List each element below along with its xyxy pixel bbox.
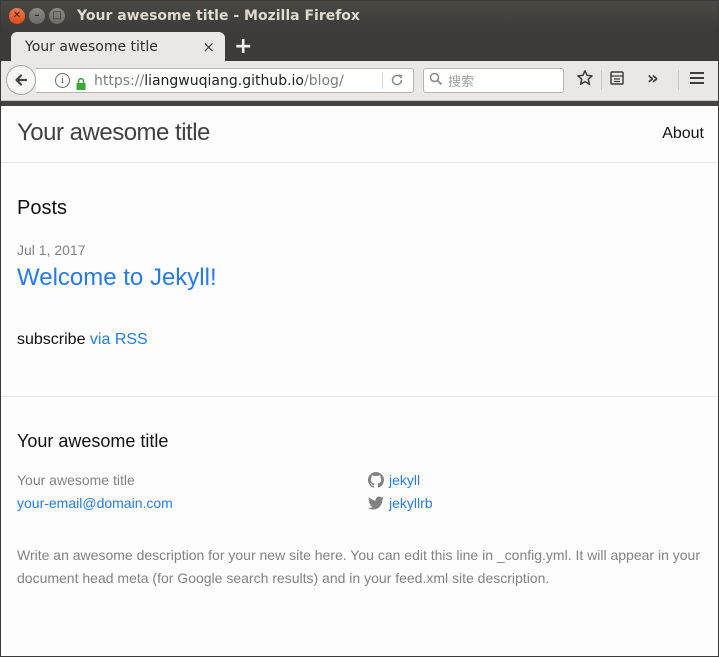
post-date: Jul 1, 2017 [17,242,86,258]
search-input[interactable]: 搜索 [448,71,474,90]
url-bar[interactable]: i https://liangwuqiang.github.io/blog/ [36,68,414,93]
toolbar-separator [678,70,679,90]
window-minimize-button[interactable]: – [29,8,45,24]
url-host: liangwuqiang.github.io [144,72,304,89]
twitter-icon [368,496,384,510]
reload-icon[interactable] [390,73,404,91]
tab-title: Your awesome title [25,38,158,55]
footer-site-name: Your awesome title [17,472,135,488]
footer-heading: Your awesome title [17,431,169,451]
footer-email-link[interactable]: your-email@domain.com [17,495,173,511]
github-icon [368,472,384,488]
bookmark-star-icon[interactable] [576,69,594,91]
back-button[interactable] [6,65,36,95]
overflow-chevron-icon[interactable]: » [647,68,659,89]
window-close-button[interactable]: ✕ [9,8,25,24]
reader-list-icon[interactable] [608,69,626,91]
navigation-toolbar: i https://liangwuqiang.github.io/blog/ 搜… [1,61,718,101]
tab-strip: Your awesome title × + [1,31,718,61]
twitter-link[interactable]: jekyllrb [368,495,433,511]
back-arrow-icon [15,74,28,86]
footer-divider [1,396,718,397]
subscribe-text: subscribe [17,331,90,348]
browser-window: ✕ – □ Your awesome title - Mozilla Firef… [0,0,719,657]
nav-about-link[interactable]: About [662,125,704,143]
window-maximize-button[interactable]: □ [49,8,65,24]
post-title-link[interactable]: Welcome to Jekyll! [17,264,217,292]
page-content: Your awesome title About Posts Jul 1, 20… [1,106,718,656]
toolbar-separator [601,70,602,90]
tab-active[interactable]: Your awesome title × [11,32,225,61]
github-link[interactable]: jekyll [368,472,420,488]
window-controls: ✕ – □ [1,8,65,24]
hamburger-menu-icon[interactable] [688,69,706,91]
url-prefix: https:// [94,72,145,89]
new-tab-button[interactable]: + [234,34,252,59]
url-text[interactable]: https://liangwuqiang.github.io/blog/ [94,73,344,89]
twitter-username[interactable]: jekyllrb [389,495,433,511]
subscribe-line: subscribe via RSS [17,331,148,349]
lock-icon [76,75,86,90]
url-separator [382,72,383,89]
title-bar: ✕ – □ Your awesome title - Mozilla Firef… [1,1,718,31]
info-icon[interactable]: i [55,73,70,88]
rss-link[interactable]: via RSS [90,331,148,348]
search-icon [429,71,443,90]
tab-close-icon[interactable]: × [202,38,215,56]
posts-heading: Posts [17,197,68,219]
site-header: Your awesome title About [1,106,718,163]
site-title[interactable]: Your awesome title [17,119,210,147]
site-description: Write an awesome description for your ne… [17,547,700,586]
url-path: /blog/ [304,72,344,89]
search-bar[interactable]: 搜索 [423,68,564,93]
github-username[interactable]: jekyll [389,472,420,488]
window-title: Your awesome title - Mozilla Firefox [77,8,360,24]
